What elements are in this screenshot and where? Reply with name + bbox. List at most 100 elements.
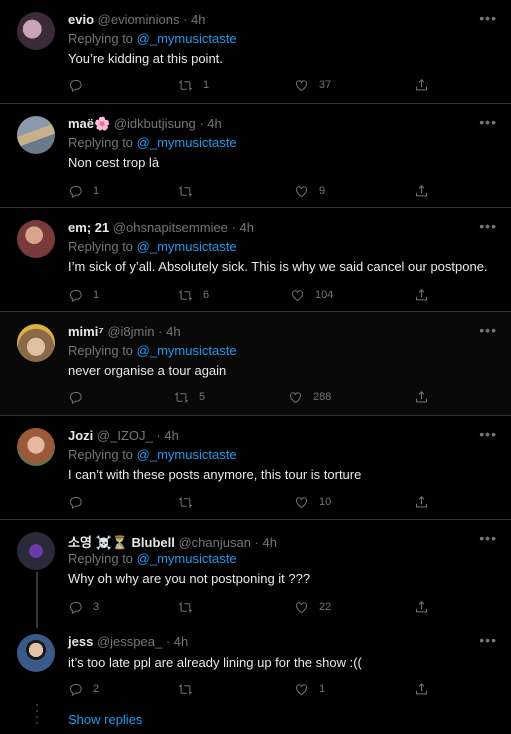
timestamp[interactable]: 4h — [207, 116, 221, 131]
share-button[interactable] — [414, 493, 429, 511]
tweet[interactable]: maë🌸 @idkbutjisung · 4h ••• Replying to … — [0, 104, 511, 208]
avatar[interactable] — [17, 634, 55, 672]
like-button[interactable]: 10 — [294, 493, 331, 511]
tweet-text: never organise a tour again — [68, 363, 227, 378]
timestamp[interactable]: 4h — [166, 324, 180, 339]
avatar[interactable] — [17, 428, 55, 466]
tweet[interactable]: jess @jesspea_ · 4h ••• it’s too late pp… — [0, 626, 511, 704]
reply-button[interactable] — [68, 493, 93, 511]
tweet-text: I can’t with these posts anymore, this t… — [68, 467, 362, 482]
retweet-button[interactable]: 5 — [174, 388, 205, 406]
mention-link[interactable]: @_mymusictaste — [137, 551, 237, 566]
username[interactable]: @chanjusan — [178, 535, 250, 550]
tweet[interactable]: mimi⁷ @i8jmin · 4h ••• Replying to @_mym… — [0, 312, 511, 416]
more-options-icon[interactable]: ••• — [479, 218, 497, 234]
share-button[interactable] — [414, 680, 429, 698]
mention-link[interactable]: @_mymusictaste — [137, 135, 237, 150]
reply-button[interactable]: 1 — [68, 286, 99, 304]
display-name[interactable]: 소영 ☠️⏳ Blubell — [68, 535, 175, 550]
display-name[interactable]: jess — [68, 634, 93, 649]
avatar[interactable] — [17, 324, 55, 362]
avatar[interactable] — [17, 220, 55, 258]
timestamp[interactable]: 4h — [263, 535, 277, 550]
retweet-icon — [178, 683, 193, 695]
display-name[interactable]: em; 21 — [68, 220, 109, 235]
mention-link[interactable]: @_mymusictaste — [137, 343, 237, 358]
share-button[interactable] — [414, 76, 429, 94]
avatar[interactable] — [17, 532, 55, 570]
heart-icon — [296, 601, 307, 613]
replying-to-label: Replying to — [68, 551, 134, 566]
like-button[interactable]: 1 — [294, 680, 325, 698]
like-count: 37 — [319, 79, 332, 91]
username[interactable]: @idkbutjisung — [114, 116, 196, 131]
action-bar: 1 37 — [68, 76, 438, 94]
retweet-icon — [178, 496, 193, 508]
more-options-icon[interactable]: ••• — [479, 530, 497, 546]
username[interactable]: @i8jmin — [107, 324, 154, 339]
like-count: 22 — [319, 601, 332, 613]
username[interactable]: @ohsnapitsemmiee — [113, 220, 228, 235]
reply-button[interactable] — [68, 76, 93, 94]
tweet[interactable]: Jozi @_IZOJ_ · 4h ••• Replying to @_mymu… — [0, 416, 511, 520]
display-name[interactable]: maë — [68, 116, 94, 131]
action-bar: 10 — [68, 493, 438, 511]
retweet-button[interactable]: 6 — [178, 286, 209, 304]
like-button[interactable]: 37 — [294, 76, 331, 94]
mention-link[interactable]: @_mymusictaste — [137, 31, 237, 46]
heart-icon — [296, 683, 307, 695]
mention-link[interactable]: @_mymusictaste — [137, 447, 237, 462]
share-icon — [416, 390, 427, 402]
timestamp[interactable]: 4h — [164, 428, 178, 443]
action-bar: 1 9 — [68, 182, 438, 200]
display-name[interactable]: Jozi — [68, 428, 93, 443]
username[interactable]: @_IZOJ_ — [97, 428, 153, 443]
more-options-icon[interactable]: ••• — [479, 322, 497, 338]
tweet-text: Non cest trop là — [68, 155, 160, 170]
reply-button[interactable]: 3 — [68, 598, 99, 616]
tweet[interactable]: 소영 ☠️⏳ Blubell @chanjusan · 4h ••• Reply… — [0, 520, 511, 626]
share-button[interactable] — [414, 182, 429, 200]
more-options-icon[interactable]: ••• — [479, 426, 497, 442]
reply-button[interactable]: 1 — [68, 182, 99, 200]
username[interactable]: @eviominions — [98, 12, 180, 27]
retweet-button[interactable] — [178, 680, 203, 698]
mention-link[interactable]: @_mymusictaste — [137, 239, 237, 254]
reply-count: 1 — [93, 289, 100, 301]
more-options-icon[interactable]: ••• — [479, 114, 497, 130]
like-button[interactable]: 288 — [288, 388, 331, 406]
timestamp[interactable]: 4h — [191, 12, 205, 27]
tweet[interactable]: em; 21 @ohsnapitsemmiee · 4h ••• Replyin… — [0, 208, 511, 312]
more-options-icon[interactable]: ••• — [479, 10, 497, 26]
display-name[interactable]: mimi⁷ — [68, 324, 104, 339]
separator: · — [156, 428, 161, 443]
username[interactable]: @jesspea_ — [97, 634, 162, 649]
tweet-header: evio @eviominions · 4h — [68, 12, 206, 27]
tweet-text: Why oh why are you not postponing it ??? — [68, 571, 311, 586]
share-button[interactable] — [414, 598, 429, 616]
avatar[interactable] — [17, 116, 55, 154]
retweet-button[interactable]: 1 — [178, 76, 209, 94]
timestamp[interactable]: 4h — [240, 220, 254, 235]
reply-button[interactable] — [68, 388, 93, 406]
like-button[interactable]: 22 — [294, 598, 331, 616]
heart-icon — [296, 496, 307, 508]
reply-button[interactable]: 2 — [68, 680, 99, 698]
like-button[interactable]: 9 — [294, 182, 325, 200]
more-options-icon[interactable]: ••• — [479, 632, 497, 648]
retweet-button[interactable] — [178, 598, 203, 616]
retweet-icon — [178, 185, 193, 197]
replying-to: Replying to @_mymusictaste — [68, 239, 237, 254]
timestamp[interactable]: 4h — [174, 634, 188, 649]
like-count: 9 — [319, 185, 326, 197]
share-button[interactable] — [414, 388, 429, 406]
share-button[interactable] — [414, 286, 429, 304]
tweet[interactable]: evio @eviominions · 4h ••• Replying to @… — [0, 0, 511, 104]
retweet-button[interactable] — [178, 493, 203, 511]
show-replies-link[interactable]: Show replies — [68, 712, 142, 727]
separator: · — [158, 324, 163, 339]
like-button[interactable]: 104 — [290, 286, 333, 304]
display-name[interactable]: evio — [68, 12, 94, 27]
avatar[interactable] — [17, 12, 55, 50]
retweet-button[interactable] — [178, 182, 203, 200]
